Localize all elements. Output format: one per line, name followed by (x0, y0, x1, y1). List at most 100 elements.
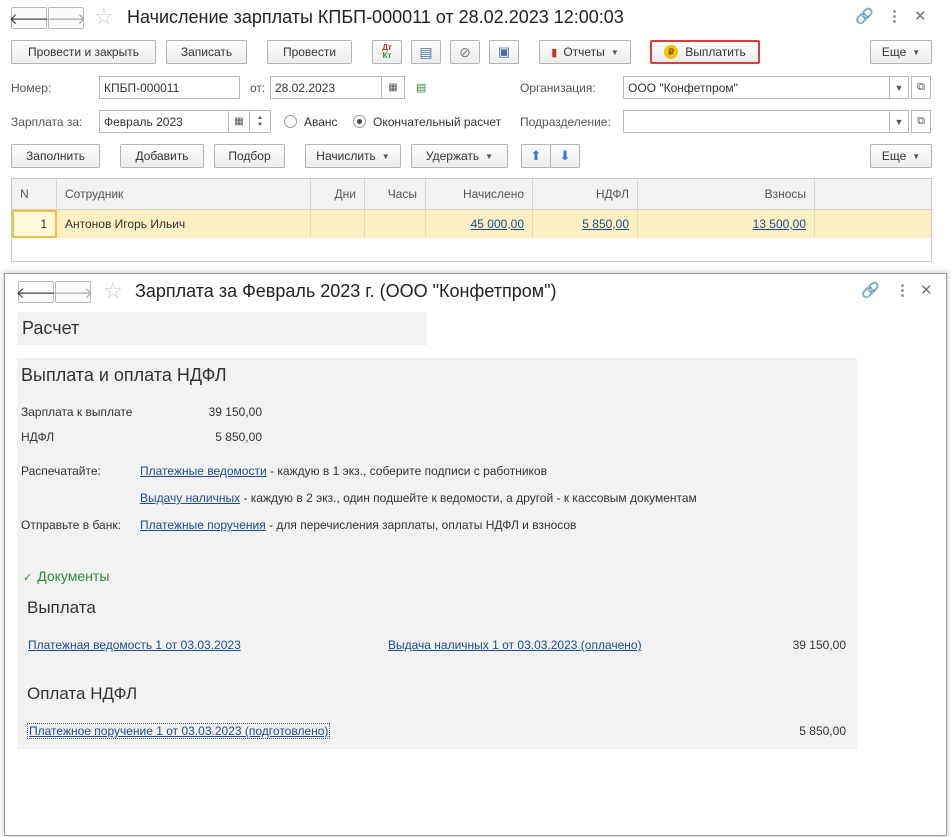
attach-button[interactable]: ⊘ (450, 40, 480, 64)
fill-button[interactable]: Заполнить (11, 144, 100, 168)
caret-down-icon: ▼ (485, 151, 494, 161)
post-button[interactable]: Провести (267, 40, 352, 64)
bank-label: Отправьте в банк: (21, 518, 121, 532)
document-status-icon[interactable]: ▤ (416, 81, 426, 94)
ndfl-value: 5 850,00 (215, 430, 262, 444)
contributions-link[interactable]: 13 500,00 (753, 217, 806, 231)
column-header-employee[interactable]: Сотрудник (57, 179, 311, 210)
department-field[interactable] (623, 110, 890, 133)
table-more-button[interactable]: Еще ▼ (870, 144, 932, 168)
calendar-button[interactable]: ▦ (381, 76, 405, 99)
favorite-star-icon[interactable]: ☆ (103, 279, 123, 303)
column-header-accrued[interactable]: Начислено (426, 179, 533, 210)
reports-button[interactable]: ▮ Отчеты ▼ (539, 40, 631, 64)
cash-issue-doc-link[interactable]: Выдача наличных 1 от 03.03.2023 (оплачен… (388, 638, 642, 652)
payroll-sheet-link[interactable]: Платежная ведомость 1 от 03.03.2023 (28, 638, 241, 652)
move-down-button[interactable]: ⬇ (550, 144, 580, 168)
post-and-close-button[interactable]: Провести и закрыть (11, 40, 156, 64)
number-field[interactable]: КПБП-000011 (99, 76, 240, 99)
ndfl-sum: 5 850,00 (799, 724, 846, 738)
salary-payable-value: 39 150,00 (208, 405, 262, 419)
link-icon[interactable]: 🔗 (861, 282, 880, 300)
calc-heading[interactable]: Расчет (22, 318, 79, 339)
caret-up-icon: ▲ (257, 114, 263, 121)
back-button[interactable]: 🡐 (16, 281, 56, 303)
column-header-days[interactable]: Дни (311, 179, 365, 210)
salary-for-label: Зарплата за: (11, 115, 83, 129)
cell-days[interactable] (311, 210, 365, 238)
payroll-sheets-link[interactable]: Платежные ведомости (140, 464, 267, 478)
link-icon[interactable]: 🔗 (855, 8, 874, 26)
cell-ndfl[interactable]: 5 850,00 (533, 210, 638, 238)
accrue-label: Начислить (316, 149, 376, 163)
organization-open-button[interactable]: ⧉ (911, 76, 931, 99)
column-header-n[interactable]: N (12, 179, 57, 210)
move-up-button[interactable]: ⬆ (521, 144, 551, 168)
column-header-ndfl[interactable]: НДФЛ (533, 179, 638, 210)
cell-contributions[interactable]: 13 500,00 (638, 210, 815, 238)
final-settlement-radio[interactable] (353, 115, 366, 128)
back-button[interactable]: 🡐 (9, 7, 49, 29)
dt-kt-icon: Дт Кт (382, 43, 392, 60)
table-more-label: Еще (881, 149, 907, 163)
forward-button[interactable]: 🡒 (46, 7, 86, 29)
documents-toggle-label: Документы (37, 568, 110, 584)
add-button[interactable]: Добавить (120, 144, 204, 168)
cell-employee[interactable]: Антонов Игорь Ильич (57, 210, 311, 238)
cell-accrued[interactable]: 45 000,00 (426, 210, 533, 238)
caret-down-icon: ▼ (894, 82, 904, 93)
ndfl-doc: Платежное поручение 1 от 03.03.2023 (под… (27, 723, 331, 739)
ndfl-label: НДФЛ (21, 430, 55, 444)
more-vertical-icon[interactable]: ⋮ (895, 282, 910, 300)
withhold-button[interactable]: Удержать ▼ (411, 144, 508, 168)
bank-text: - для перечисления зарплаты, оплаты НДФЛ… (265, 518, 577, 532)
salary-period-field[interactable]: Февраль 2023 (99, 110, 229, 133)
more-label: Еще (881, 45, 907, 59)
more-vertical-icon[interactable]: ⋮ (887, 8, 902, 26)
payment-orders-link[interactable]: Платежные поручения (140, 518, 266, 532)
favorite-star-icon[interactable]: ☆ (94, 5, 114, 29)
payment-order-link[interactable]: Платежное поручение 1 от 03.03.2023 (под… (29, 724, 328, 738)
period-calendar-button[interactable]: ▦ (228, 110, 250, 133)
close-icon[interactable]: ✕ (914, 8, 927, 26)
department-dropdown[interactable]: ▼ (889, 110, 909, 133)
column-header-contributions[interactable]: Взносы (638, 179, 815, 210)
organization-field[interactable]: ООО "Конфетпром" (623, 76, 890, 99)
calc-tab-panel: Расчет (17, 312, 427, 345)
coin-ruble-icon: ₽ (664, 45, 679, 59)
caret-down-icon: ▼ (912, 151, 921, 161)
close-icon[interactable]: ✕ (920, 282, 933, 300)
debit-credit-button[interactable]: Дт Кт (372, 40, 402, 64)
accrue-button[interactable]: Начислить ▼ (305, 144, 401, 168)
payout-sum: 39 150,00 (792, 638, 846, 652)
list-report-button[interactable]: ▤ (411, 40, 441, 64)
bank-line: Платежные поручения - для перечисления з… (140, 518, 576, 532)
save-button[interactable]: Записать (166, 40, 247, 64)
column-header-hours[interactable]: Часы (365, 179, 426, 210)
accrued-link[interactable]: 45 000,00 (471, 217, 524, 231)
advance-radio[interactable] (284, 115, 297, 128)
arrow-up-icon: ⬆ (530, 148, 542, 163)
select-button[interactable]: Подбор (214, 144, 285, 168)
number-label: Номер: (11, 81, 52, 95)
documents-toggle[interactable]: ✓ Документы (23, 568, 109, 584)
calendar-icon: ▦ (388, 82, 398, 93)
forward-button[interactable]: 🡒 (53, 281, 93, 303)
more-button[interactable]: Еще ▼ (870, 40, 932, 64)
cash-issue-link[interactable]: Выдачу наличных (140, 491, 240, 505)
open-window-icon: ⧉ (917, 81, 925, 93)
date-field[interactable]: 28.02.2023 (270, 76, 382, 99)
table-row[interactable]: 1 Антонов Игорь Ильич 45 000,00 5 850,00… (12, 210, 931, 238)
period-spinner[interactable]: ▲ ▼ (249, 110, 271, 133)
organization-dropdown[interactable]: ▼ (889, 76, 909, 99)
print-label: Распечатайте: (21, 464, 101, 478)
structure-button[interactable]: ▣ (489, 40, 519, 64)
department-open-button[interactable]: ⧉ (911, 110, 931, 133)
pay-button[interactable]: ₽ Выплатить (650, 40, 760, 64)
ndfl-link[interactable]: 5 850,00 (582, 217, 629, 231)
employees-table: N Сотрудник Дни Часы Начислено НДФЛ Взно… (11, 178, 932, 262)
salary-payment-window: 🡐 🡒 ☆ Зарплата за Февраль 2023 г. (ООО "… (4, 273, 947, 836)
cell-hours[interactable] (365, 210, 426, 238)
cell-n[interactable]: 1 (12, 210, 57, 238)
paperclip-icon: ⊘ (459, 43, 471, 60)
